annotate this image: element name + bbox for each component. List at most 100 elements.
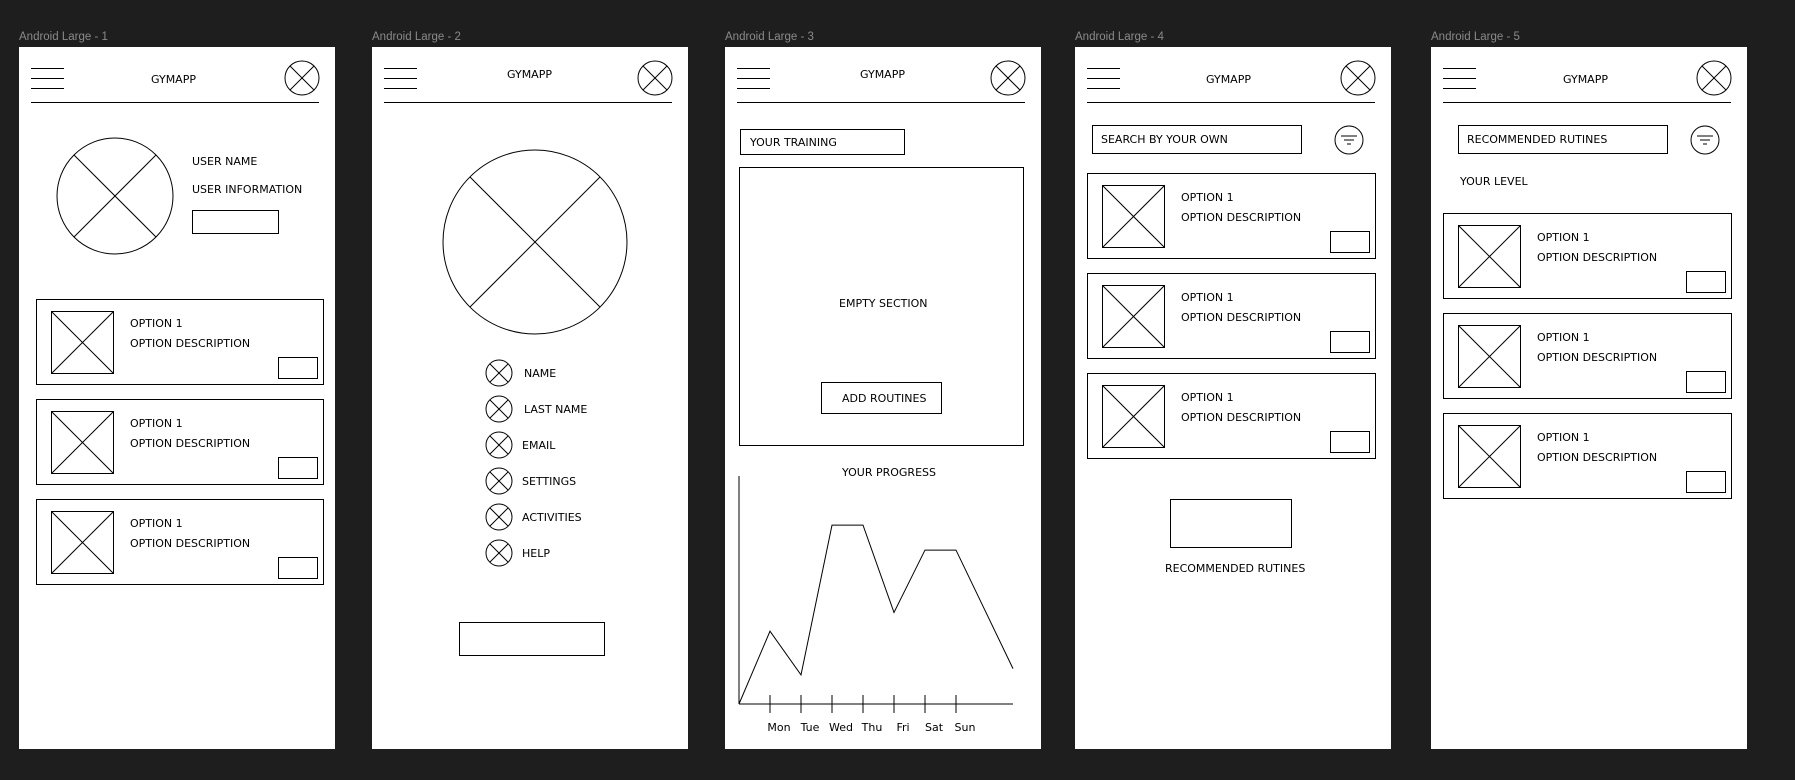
- settings-icon: [485, 467, 513, 495]
- option-description: OPTION DESCRIPTION: [1181, 211, 1302, 224]
- frame-label-3: Android Large - 3: [725, 31, 814, 43]
- frame-label-2: Android Large - 2: [372, 31, 461, 43]
- menu-item-label: NAME: [524, 367, 557, 380]
- profile-photo-placeholder[interactable]: [442, 149, 628, 335]
- option-card[interactable]: OPTION 1 OPTION DESCRIPTION: [1087, 273, 1376, 359]
- option-card[interactable]: OPTION 1 OPTION DESCRIPTION: [1443, 413, 1732, 499]
- x-tick-label-sat: Sat: [925, 721, 944, 734]
- frame-label-4: Android Large - 4: [1075, 31, 1164, 43]
- image-placeholder-icon: [1102, 185, 1165, 248]
- avatar-placeholder-icon[interactable]: [990, 60, 1026, 96]
- filter-icon[interactable]: [1690, 125, 1720, 155]
- image-placeholder-icon: [1102, 285, 1165, 348]
- option-card[interactable]: OPTION 1 OPTION DESCRIPTION: [1087, 173, 1376, 259]
- user-name: USER NAME: [192, 155, 258, 168]
- image-placeholder-icon: [1458, 425, 1521, 488]
- app-title: GYMAPP: [1563, 73, 1608, 86]
- hamburger-menu-icon[interactable]: [1443, 68, 1476, 90]
- recommended-rutines-label: RECOMMENDED RUTINES: [1165, 562, 1306, 575]
- option-description: OPTION DESCRIPTION: [1181, 311, 1302, 324]
- edit-profile-button[interactable]: [192, 210, 279, 234]
- frame-training: GYMAPP YOUR TRAINING EMPTY SECTION ADD R…: [725, 47, 1041, 749]
- header-divider: [1087, 102, 1375, 103]
- frame-recommended: GYMAPP RECOMMENDED RUTINES YOUR LEVEL OP…: [1431, 47, 1747, 749]
- avatar-placeholder-icon[interactable]: [1696, 60, 1732, 96]
- image-placeholder-icon: [51, 511, 114, 574]
- progress-chart: Mon Tue Wed Thu Fri Sat Sun: [738, 476, 1014, 734]
- x-tick-label-fri: Fri: [896, 721, 909, 734]
- name-icon: [485, 359, 513, 387]
- hamburger-menu-icon[interactable]: [1087, 68, 1120, 90]
- menu-item-label: EMAIL: [522, 439, 556, 452]
- search-input[interactable]: SEARCH BY YOUR OWN: [1092, 125, 1302, 154]
- avatar-placeholder-icon[interactable]: [1340, 60, 1376, 96]
- your-level-label: YOUR LEVEL: [1460, 175, 1528, 188]
- empty-section-label: EMPTY SECTION: [839, 297, 928, 310]
- menu-item-label: ACTIVITIES: [522, 511, 582, 524]
- option-action-button[interactable]: [1686, 471, 1726, 493]
- recommended-rutines-field[interactable]: RECOMMENDED RUTINES: [1458, 125, 1668, 154]
- option-action-button[interactable]: [1686, 371, 1726, 393]
- primary-action-button[interactable]: [459, 622, 605, 656]
- image-placeholder-icon: [1102, 385, 1165, 448]
- option-card[interactable]: OPTION 1 OPTION DESCRIPTION: [36, 499, 324, 585]
- recommended-rutines-field-label: RECOMMENDED RUTINES: [1467, 133, 1608, 146]
- option-description: OPTION DESCRIPTION: [1181, 411, 1302, 424]
- option-action-button[interactable]: [278, 357, 318, 379]
- header-divider: [31, 102, 319, 103]
- option-action-button[interactable]: [1330, 431, 1370, 453]
- app-title: GYMAPP: [507, 68, 552, 81]
- x-tick-label-sun: Sun: [955, 721, 976, 734]
- option-card[interactable]: OPTION 1 OPTION DESCRIPTION: [36, 399, 324, 485]
- menu-item-label: SETTINGS: [522, 475, 577, 488]
- option-description: OPTION DESCRIPTION: [1537, 451, 1658, 464]
- profile-photo-placeholder[interactable]: [56, 137, 174, 255]
- your-training-field[interactable]: YOUR TRAINING: [740, 129, 905, 155]
- option-title: OPTION 1: [130, 317, 183, 330]
- option-action-button[interactable]: [1330, 331, 1370, 353]
- option-action-button[interactable]: [1686, 271, 1726, 293]
- hamburger-menu-icon[interactable]: [384, 68, 417, 90]
- header-divider: [1443, 102, 1731, 103]
- option-card[interactable]: OPTION 1 OPTION DESCRIPTION: [1443, 313, 1732, 399]
- app-title: GYMAPP: [151, 73, 196, 86]
- image-placeholder-icon: [51, 311, 114, 374]
- option-description: OPTION DESCRIPTION: [1537, 351, 1658, 364]
- option-title: OPTION 1: [130, 417, 183, 430]
- option-card[interactable]: OPTION 1 OPTION DESCRIPTION: [1087, 373, 1376, 459]
- training-section: EMPTY SECTION ADD ROUTINES: [739, 167, 1024, 446]
- frame-label-5: Android Large - 5: [1431, 31, 1520, 43]
- hamburger-menu-icon[interactable]: [31, 68, 64, 90]
- activities-icon: [485, 503, 513, 531]
- option-action-button[interactable]: [1330, 231, 1370, 253]
- frame-search: GYMAPP SEARCH BY YOUR OWN OPTION 1 OPTIO…: [1075, 47, 1391, 749]
- add-routines-button[interactable]: ADD ROUTINES: [821, 382, 942, 414]
- app-title: GYMAPP: [1206, 73, 1251, 86]
- option-description: OPTION DESCRIPTION: [130, 437, 251, 450]
- option-title: OPTION 1: [1181, 191, 1234, 204]
- option-title: OPTION 1: [1537, 331, 1590, 344]
- option-title: OPTION 1: [1181, 291, 1234, 304]
- image-placeholder-icon: [1458, 325, 1521, 388]
- x-tick-label-tue: Tue: [800, 721, 820, 734]
- search-placeholder: SEARCH BY YOUR OWN: [1101, 133, 1228, 146]
- option-card[interactable]: OPTION 1 OPTION DESCRIPTION: [1443, 213, 1732, 299]
- recommended-rutines-button[interactable]: [1170, 499, 1292, 548]
- option-card[interactable]: OPTION 1 OPTION DESCRIPTION: [36, 299, 324, 385]
- option-title: OPTION 1: [1181, 391, 1234, 404]
- last-name-icon: [485, 395, 513, 423]
- option-action-button[interactable]: [278, 557, 318, 579]
- header-divider: [384, 102, 672, 103]
- menu-item-label: LAST NAME: [524, 403, 588, 416]
- filter-icon[interactable]: [1334, 125, 1364, 155]
- image-placeholder-icon: [1458, 225, 1521, 288]
- avatar-placeholder-icon[interactable]: [637, 60, 673, 96]
- option-title: OPTION 1: [130, 517, 183, 530]
- option-action-button[interactable]: [278, 457, 318, 479]
- email-icon: [485, 431, 513, 459]
- add-routines-label: ADD ROUTINES: [842, 392, 927, 405]
- x-tick-label-wed: Wed: [829, 721, 853, 734]
- option-description: OPTION DESCRIPTION: [130, 337, 251, 350]
- hamburger-menu-icon[interactable]: [737, 68, 770, 90]
- avatar-placeholder-icon[interactable]: [284, 60, 320, 96]
